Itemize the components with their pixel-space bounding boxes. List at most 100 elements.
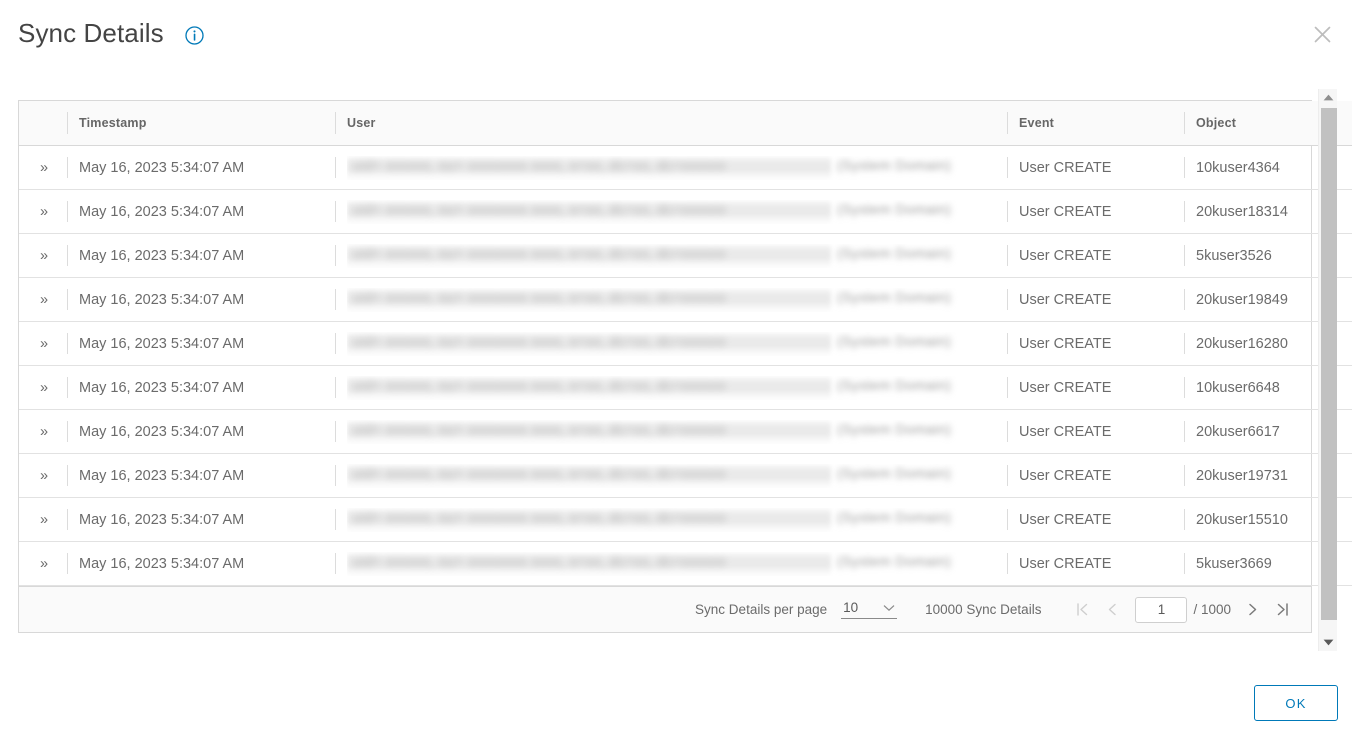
redacted-user-value: uid= xxxxxx, ou= xxxxxxxx xxxx, o=xx, dc… — [347, 375, 967, 400]
expand-row-icon[interactable]: » — [19, 453, 67, 498]
chevron-double-right-icon: » — [39, 511, 48, 528]
redacted-user-value: uid= xxxxxx, ou= xxxxxxxx xxxx, o=xx, dc… — [347, 155, 967, 180]
redacted-user-value: uid= xxxxxx, ou= xxxxxxxx xxxx, o=xx, dc… — [347, 419, 967, 444]
table-header-row: Timestamp User Event Object — [19, 101, 1352, 146]
table-pagination-footer: Sync Details per page 10 10000 Sync Deta… — [19, 586, 1311, 632]
page-number-input[interactable] — [1135, 596, 1188, 623]
cell-event: User CREATE — [1007, 409, 1184, 454]
table-header: Timestamp User Event Object — [19, 101, 1352, 146]
redacted-user-value: uid= xxxxxx, ou= xxxxxxxx xxxx, o=xx, dc… — [347, 243, 967, 268]
column-header-user[interactable]: User — [335, 101, 1007, 146]
previous-page-icon[interactable] — [1097, 595, 1127, 625]
scrollbar-thumb[interactable] — [1321, 108, 1337, 620]
last-page-icon[interactable] — [1267, 595, 1297, 625]
chevron-down-icon — [883, 600, 895, 615]
cell-event: User CREATE — [1007, 321, 1184, 366]
cell-user-text: uid= xxxxxx, ou= xxxxxxxx xxxx, o=xx, dc… — [353, 288, 726, 305]
pagination-controls: / 1000 — [1067, 595, 1297, 625]
vertical-scrollbar[interactable] — [1318, 89, 1337, 651]
cell-user-suffix: (System Domain) — [837, 420, 952, 437]
table-row[interactable]: » May 16, 2023 5:34:07 AM uid= xxxxxx, ou=… — [19, 541, 1352, 586]
column-header-event[interactable]: Event — [1007, 101, 1184, 146]
cell-timestamp: May 16, 2023 5:34:07 AM — [67, 365, 335, 410]
sync-details-table-container: Timestamp User Event Object » May 16, 202… — [18, 100, 1352, 633]
cell-user: uid= xxxxxx, ou= xxxxxxxx xxxx, o=xx, dc… — [335, 541, 1007, 586]
cell-user-text: uid= xxxxxx, ou= xxxxxxxx xxxx, o=xx, dc… — [353, 552, 726, 569]
expand-row-icon[interactable]: » — [19, 145, 67, 190]
scroll-up-arrow-icon[interactable] — [1319, 89, 1338, 106]
table-row[interactable]: » May 16, 2023 5:34:07 AM uid= xxxxxx, ou=… — [19, 321, 1352, 366]
cell-user-suffix: (System Domain) — [837, 288, 952, 305]
redacted-user-value: uid= xxxxxx, ou= xxxxxxxx xxxx, o=xx, dc… — [347, 463, 967, 488]
cell-user-text: uid= xxxxxx, ou= xxxxxxxx xxxx, o=xx, dc… — [353, 200, 726, 217]
redacted-user-value: uid= xxxxxx, ou= xxxxxxxx xxxx, o=xx, dc… — [347, 551, 967, 576]
cell-event: User CREATE — [1007, 541, 1184, 586]
next-page-icon[interactable] — [1237, 595, 1267, 625]
table-row[interactable]: » May 16, 2023 5:34:07 AM uid= xxxxxx, ou=… — [19, 233, 1352, 278]
cell-user: uid= xxxxxx, ou= xxxxxxxx xxxx, o=xx, dc… — [335, 189, 1007, 234]
chevron-double-right-icon: » — [39, 159, 48, 176]
cell-event: User CREATE — [1007, 145, 1184, 190]
cell-user: uid= xxxxxx, ou= xxxxxxxx xxxx, o=xx, dc… — [335, 497, 1007, 542]
table-row[interactable]: » May 16, 2023 5:34:07 AM uid= xxxxxx, ou=… — [19, 497, 1352, 542]
expand-row-icon[interactable]: » — [19, 365, 67, 410]
table-row[interactable]: » May 16, 2023 5:34:07 AM uid= xxxxxx, ou=… — [19, 277, 1352, 322]
cell-event: User CREATE — [1007, 453, 1184, 498]
expand-row-icon[interactable]: » — [19, 541, 67, 586]
cell-timestamp: May 16, 2023 5:34:07 AM — [67, 189, 335, 234]
cell-user-suffix: (System Domain) — [837, 200, 952, 217]
cell-user-suffix: (System Domain) — [837, 244, 952, 261]
close-icon[interactable] — [1306, 18, 1338, 50]
page-title: Sync Details — [18, 18, 164, 48]
cell-event: User CREATE — [1007, 277, 1184, 322]
redacted-user-value: uid= xxxxxx, ou= xxxxxxxx xxxx, o=xx, dc… — [347, 287, 967, 312]
chevron-double-right-icon: » — [39, 423, 48, 440]
scroll-down-arrow-icon[interactable] — [1319, 634, 1338, 651]
expand-row-icon[interactable]: » — [19, 189, 67, 234]
cell-event: User CREATE — [1007, 233, 1184, 278]
cell-user: uid= xxxxxx, ou= xxxxxxxx xxxx, o=xx, dc… — [335, 453, 1007, 498]
cell-user-suffix: (System Domain) — [837, 464, 952, 481]
cell-timestamp: May 16, 2023 5:34:07 AM — [67, 277, 335, 322]
column-header-timestamp[interactable]: Timestamp — [67, 101, 335, 146]
expand-row-icon[interactable]: » — [19, 233, 67, 278]
ok-button[interactable]: OK — [1254, 685, 1338, 721]
cell-timestamp: May 16, 2023 5:34:07 AM — [67, 497, 335, 542]
table-row[interactable]: » May 16, 2023 5:34:07 AM uid= xxxxxx, ou=… — [19, 453, 1352, 498]
expand-row-icon[interactable]: » — [19, 321, 67, 366]
cell-user-text: uid= xxxxxx, ou= xxxxxxxx xxxx, o=xx, dc… — [353, 376, 726, 393]
cell-user-suffix: (System Domain) — [837, 156, 952, 173]
cell-user: uid= xxxxxx, ou= xxxxxxxx xxxx, o=xx, dc… — [335, 365, 1007, 410]
cell-user-text: uid= xxxxxx, ou= xxxxxxxx xxxx, o=xx, dc… — [353, 420, 726, 437]
cell-user-text: uid= xxxxxx, ou= xxxxxxxx xxxx, o=xx, dc… — [353, 244, 726, 261]
redacted-user-value: uid= xxxxxx, ou= xxxxxxxx xxxx, o=xx, dc… — [347, 331, 967, 356]
expand-row-icon[interactable]: » — [19, 497, 67, 542]
per-page-label: Sync Details per page — [695, 602, 828, 617]
chevron-double-right-icon: » — [39, 555, 48, 572]
first-page-icon[interactable] — [1067, 595, 1097, 625]
cell-timestamp: May 16, 2023 5:34:07 AM — [67, 233, 335, 278]
cell-user-text: uid= xxxxxx, ou= xxxxxxxx xxxx, o=xx, dc… — [353, 508, 726, 525]
chevron-double-right-icon: » — [39, 247, 48, 264]
table-body: » May 16, 2023 5:34:07 AM uid= xxxxxx, ou=… — [19, 145, 1352, 586]
cell-user-text: uid= xxxxxx, ou= xxxxxxxx xxxx, o=xx, dc… — [353, 156, 726, 173]
info-circle-icon[interactable] — [185, 26, 204, 45]
cell-timestamp: May 16, 2023 5:34:07 AM — [67, 321, 335, 366]
cell-timestamp: May 16, 2023 5:34:07 AM — [67, 453, 335, 498]
redacted-user-value: uid= xxxxxx, ou= xxxxxxxx xxxx, o=xx, dc… — [347, 507, 967, 532]
chevron-double-right-icon: » — [39, 335, 48, 352]
per-page-select[interactable]: 10 — [841, 600, 898, 619]
table-row[interactable]: » May 16, 2023 5:34:07 AM uid= xxxxxx, ou=… — [19, 145, 1352, 190]
chevron-double-right-icon: » — [39, 291, 48, 308]
cell-user: uid= xxxxxx, ou= xxxxxxxx xxxx, o=xx, dc… — [335, 277, 1007, 322]
cell-user-suffix: (System Domain) — [837, 508, 952, 525]
table-row[interactable]: » May 16, 2023 5:34:07 AM uid= xxxxxx, ou=… — [19, 409, 1352, 454]
expand-row-icon[interactable]: » — [19, 409, 67, 454]
cell-user-text: uid= xxxxxx, ou= xxxxxxxx xxxx, o=xx, dc… — [353, 464, 726, 481]
cell-user-suffix: (System Domain) — [837, 376, 952, 393]
table-row[interactable]: » May 16, 2023 5:34:07 AM uid= xxxxxx, ou=… — [19, 189, 1352, 234]
cell-timestamp: May 16, 2023 5:34:07 AM — [67, 541, 335, 586]
expand-row-icon[interactable]: » — [19, 277, 67, 322]
table-row[interactable]: » May 16, 2023 5:34:07 AM uid= xxxxxx, ou=… — [19, 365, 1352, 410]
sync-details-table: Timestamp User Event Object » May 16, 202… — [19, 101, 1352, 586]
